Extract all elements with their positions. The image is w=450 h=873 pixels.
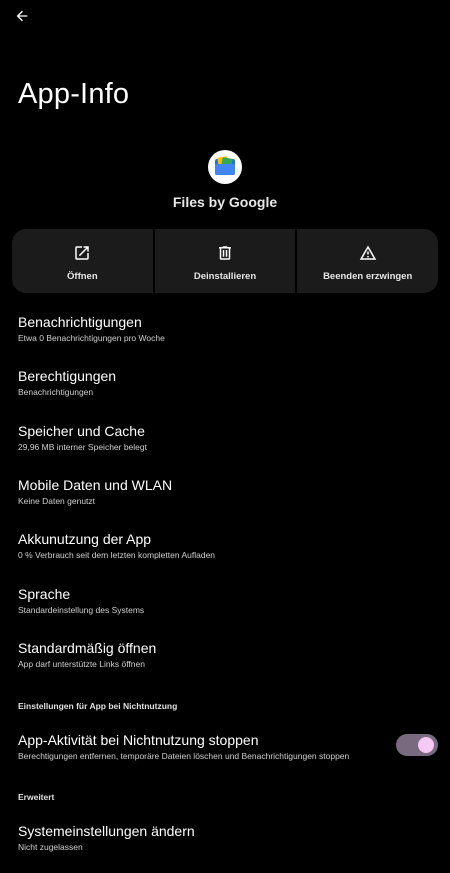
settings-item-subtitle: 29,96 MB interner Speicher belegt (18, 442, 147, 452)
settings-item-subtitle: App darf unterstützte Links öffnen (18, 659, 145, 669)
toggle-thumb (418, 737, 434, 753)
settings-item-storage[interactable]: Speicher und Cache 29,96 MB interner Spe… (18, 423, 438, 452)
settings-item-title: Sprache (18, 586, 71, 602)
settings-item-subtitle: Nicht zugelassen (18, 842, 83, 852)
settings-item-subtitle: 0 % Verbrauch seit dem letzten komplette… (18, 550, 216, 560)
app-icon (208, 150, 242, 184)
settings-item-title: App-Aktivität bei Nichtnutzung stoppen (18, 732, 259, 748)
uninstall-label: Deinstallieren (193, 271, 257, 282)
settings-item-open-by-default[interactable]: Standardmäßig öffnen App darf unterstütz… (18, 640, 438, 669)
open-button[interactable]: Öffnen (12, 229, 153, 293)
settings-item-subtitle: Standardeinstellung des Systems (18, 605, 145, 615)
settings-item-title: Berechtigungen (18, 368, 117, 384)
settings-item-subtitle: Berechtigungen entfernen, temporäre Date… (18, 751, 350, 761)
settings-item-language[interactable]: Sprache Standardeinstellung des Systems (18, 586, 438, 615)
page-title: App-Info (18, 78, 130, 110)
settings-item-permissions[interactable]: Berechtigungen Benachrichtigungen (18, 368, 438, 397)
section-header-advanced: Erweitert (18, 792, 55, 802)
open-external-icon (73, 244, 91, 262)
open-label: Öffnen (67, 271, 98, 282)
settings-item-subtitle: Benachrichtigungen (18, 387, 94, 397)
settings-item-modify-system[interactable]: Systemeinstellungen ändern Nicht zugelas… (18, 823, 438, 852)
settings-item-title: Benachrichtigungen (18, 314, 142, 330)
files-folder-icon (215, 156, 235, 175)
settings-item-title: Akkunutzung der App (18, 531, 152, 547)
settings-item-notifications[interactable]: Benachrichtigungen Etwa 0 Benachrichtigu… (18, 314, 438, 343)
uninstall-button[interactable]: Deinstallieren (154, 229, 296, 293)
settings-item-title: Mobile Daten und WLAN (18, 477, 173, 493)
settings-item-subtitle: Keine Daten genutzt (18, 496, 96, 506)
settings-item-title: Systemeinstellungen ändern (18, 823, 195, 839)
force-stop-button[interactable]: Beenden erzwingen (297, 229, 438, 293)
back-button[interactable] (8, 2, 36, 30)
settings-item-title: Standardmäßig öffnen (18, 640, 157, 656)
settings-item-mobile-data[interactable]: Mobile Daten und WLAN Keine Daten genutz… (18, 477, 438, 506)
app-name: Files by Google (172, 194, 278, 210)
settings-item-pause-unused[interactable]: App-Aktivität bei Nichtnutzung stoppen B… (18, 732, 380, 761)
settings-item-battery[interactable]: Akkunutzung der App 0 % Verbrauch seit d… (18, 531, 438, 560)
pause-unused-toggle[interactable] (396, 734, 438, 756)
trash-icon (216, 244, 234, 262)
settings-item-title: Speicher und Cache (18, 423, 145, 439)
force-stop-label: Beenden erzwingen (323, 271, 413, 282)
action-bar: Öffnen Deinstallieren Beenden erzwingen (12, 229, 438, 293)
warning-icon (359, 244, 377, 262)
settings-item-subtitle: Etwa 0 Benachrichtigungen pro Woche (18, 333, 165, 343)
arrow-left-icon (16, 10, 28, 22)
section-header-unused: Einstellungen für App bei Nichtnutzung (18, 701, 178, 711)
